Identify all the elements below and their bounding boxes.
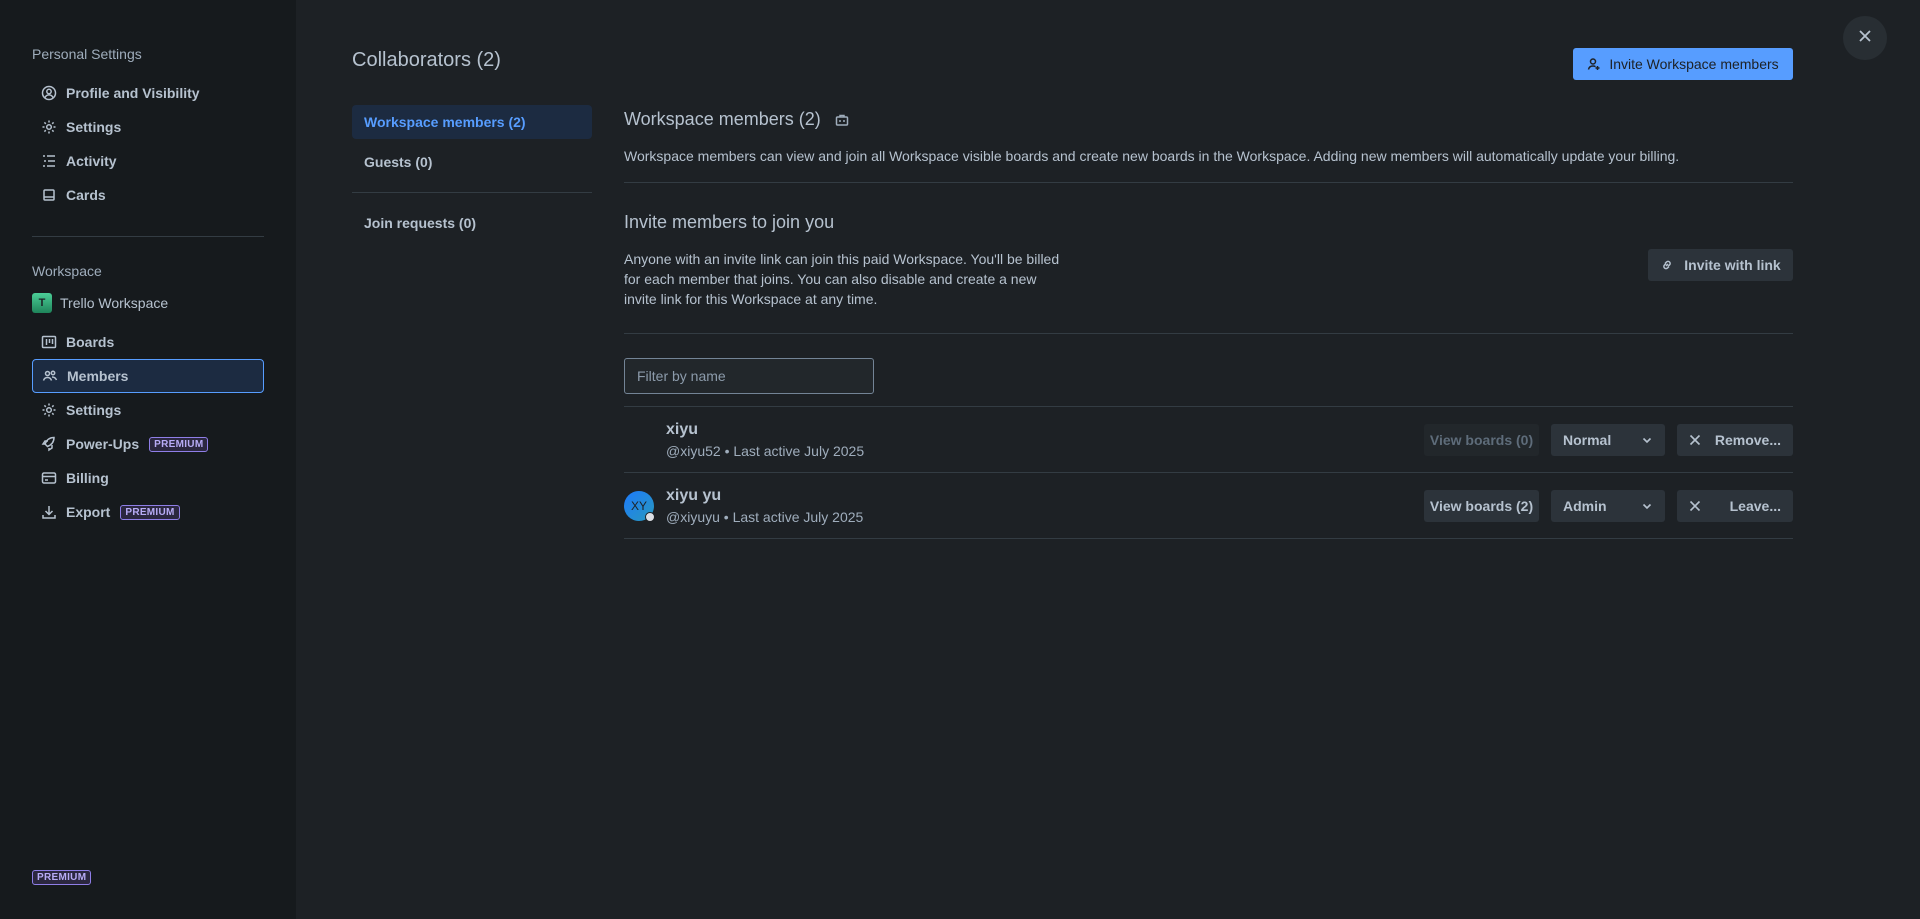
invite-section-description: Anyone with an invite link can join this…	[624, 249, 1059, 309]
sidebar-item-label: Export	[66, 504, 111, 520]
premium-tag: PREMIUM	[149, 436, 209, 452]
role-label: Normal	[1563, 432, 1612, 448]
sidebar-item-personal-settings[interactable]: Settings	[32, 110, 264, 144]
download-icon	[41, 504, 57, 520]
gear-icon	[41, 119, 57, 135]
sidebar-item-cards[interactable]: Cards	[32, 178, 264, 212]
role-label: Admin	[1563, 498, 1607, 514]
sidebar-item-label: Power-Ups	[66, 436, 140, 452]
add-person-icon	[1587, 57, 1601, 71]
member-name: xiyu	[666, 421, 699, 438]
sidebar-item-label: Settings	[66, 119, 122, 135]
role-dropdown[interactable]: Admin	[1551, 490, 1665, 522]
settings-sidebar: Personal Settings Profile and Visibility…	[0, 0, 296, 919]
avatar[interactable]: XY	[624, 491, 655, 522]
member-meta: @xiyuyu • Last active July 2025	[666, 509, 864, 525]
members-icon	[42, 368, 58, 384]
avatar-initials: XY	[630, 499, 647, 513]
tab-guests[interactable]: Guests (0)	[352, 145, 592, 179]
sidebar-item-power-ups[interactable]: Power-Ups PREMIUM	[32, 427, 264, 461]
view-boards-button[interactable]: View boards (2)	[1424, 490, 1539, 522]
remove-label: Remove...	[1714, 432, 1781, 448]
sidebar-item-profile[interactable]: Profile and Visibility	[32, 76, 264, 110]
page-title: Collaborators (2)	[352, 49, 501, 71]
chevron-down-icon	[1641, 500, 1653, 512]
workspace-members-title: Workspace members (2)	[624, 109, 849, 130]
member-meta: @xiyu52 • Last active July 2025	[666, 443, 865, 459]
workspace-members-description: Workspace members can view and join all …	[624, 148, 1680, 164]
invite-desc-line: Anyone with an invite link can join this…	[624, 251, 1060, 267]
rocket-icon	[41, 436, 57, 452]
chevron-down-icon	[1641, 434, 1653, 446]
sidebar-divider	[32, 236, 264, 237]
sidebar-item-boards[interactable]: Boards	[32, 325, 264, 359]
sidebar-item-label: Boards	[66, 334, 115, 350]
gear-icon	[41, 402, 57, 418]
workspace-members-title-text: Workspace members (2)	[624, 109, 821, 129]
row-divider	[624, 538, 1793, 539]
tab-join-requests[interactable]: Join requests (0)	[352, 206, 592, 240]
invite-with-link-button[interactable]: Invite with link	[1648, 249, 1793, 281]
activity-icon	[41, 153, 57, 169]
sidebar-item-workspace-settings[interactable]: Settings	[32, 393, 264, 427]
close-icon	[1689, 500, 1701, 512]
remove-member-button[interactable]: Remove...	[1677, 424, 1793, 456]
section-divider	[624, 182, 1793, 183]
admin-badge-icon	[645, 512, 655, 522]
sidebar-item-label: Cards	[66, 187, 106, 203]
leave-label: Leave...	[1729, 498, 1781, 514]
workspace-name-label: Trello Workspace	[60, 295, 169, 311]
sidebar-item-export[interactable]: Export PREMIUM	[32, 495, 264, 529]
sidebar-item-members[interactable]: Members	[32, 359, 264, 393]
sidebar-item-activity[interactable]: Activity	[32, 144, 264, 178]
invite-desc-line: invite link for this Workspace at any ti…	[624, 291, 878, 307]
premium-badge: PREMIUM	[32, 870, 92, 885]
section-divider	[624, 333, 1793, 334]
filter-by-name-input[interactable]	[624, 358, 874, 394]
sidebar-item-label: Settings	[66, 402, 122, 418]
workspace-heading: Workspace	[32, 263, 102, 279]
tabs-divider	[352, 192, 592, 193]
member-name: xiyu yu	[666, 487, 722, 504]
boards-icon	[41, 334, 57, 350]
invite-workspace-members-button[interactable]: Invite Workspace members	[1573, 48, 1793, 80]
invite-workspace-members-label: Invite Workspace members	[1609, 56, 1779, 72]
profile-icon	[41, 85, 57, 101]
invite-section-title: Invite members to join you	[624, 212, 835, 232]
sidebar-item-label: Billing	[66, 470, 109, 486]
member-row: XY xiyu yu @xiyuyu • Last active July 20…	[624, 473, 1793, 539]
role-dropdown[interactable]: Normal	[1551, 424, 1665, 456]
close-button[interactable]	[1843, 16, 1887, 60]
link-icon	[1660, 258, 1674, 272]
member-row: xiyu @xiyu52 • Last active July 2025 Vie…	[624, 407, 1793, 473]
workspace-name[interactable]: T Trello Workspace	[32, 293, 168, 313]
sidebar-item-label: Activity	[66, 153, 117, 169]
briefcase-icon	[835, 113, 849, 127]
personal-settings-heading: Personal Settings	[32, 46, 142, 62]
card-icon	[41, 187, 57, 203]
leave-workspace-button[interactable]: Leave...	[1677, 490, 1793, 522]
tab-workspace-members[interactable]: Workspace members (2)	[352, 105, 592, 139]
premium-tag: PREMIUM	[120, 504, 180, 520]
sidebar-item-label: Profile and Visibility	[66, 85, 200, 101]
sidebar-item-label: Members	[67, 368, 129, 384]
close-icon	[1858, 29, 1872, 48]
invite-with-link-label: Invite with link	[1684, 257, 1781, 273]
credit-card-icon	[41, 470, 57, 486]
invite-desc-line: for each member that joins. You can also…	[624, 271, 1037, 287]
workspace-badge: T	[32, 293, 52, 313]
sidebar-item-billing[interactable]: Billing	[32, 461, 264, 495]
close-icon	[1689, 434, 1701, 446]
view-boards-button[interactable]: View boards (0)	[1424, 424, 1539, 456]
